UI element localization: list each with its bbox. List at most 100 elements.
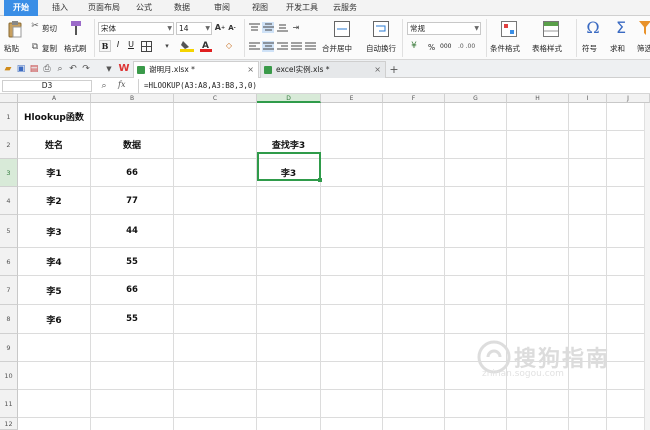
file-tab[interactable]: excel实例.xls * × [260, 61, 386, 78]
column-header-a[interactable]: A [18, 94, 91, 103]
align-center-icon[interactable] [262, 41, 274, 52]
wrap-text-button[interactable]: 自动换行 [366, 43, 396, 54]
menu-tab-insert[interactable]: 插入 [46, 0, 74, 16]
cell-b8[interactable]: 55 [91, 305, 173, 333]
cell-a3[interactable]: 李1 [18, 159, 90, 186]
filter-icon[interactable] [638, 20, 650, 36]
cell-a6[interactable]: 李4 [18, 248, 90, 275]
chevron-down-icon[interactable]: ▾ [162, 41, 172, 52]
justify-icon[interactable] [290, 41, 302, 52]
sum-icon[interactable]: Σ [612, 19, 630, 37]
shrink-font-icon[interactable]: A- [227, 22, 237, 34]
cell-a2[interactable]: 姓名 [18, 131, 90, 158]
merge-center-icon[interactable] [334, 21, 350, 37]
column-header-e[interactable]: E [321, 94, 383, 103]
cell-b3[interactable]: 66 [91, 159, 173, 186]
cut-button[interactable]: 剪切 [42, 23, 57, 34]
filter-button[interactable]: 筛选 [637, 43, 650, 54]
formula-input[interactable]: =HLOOKUP(A3:A8,A3:B8,3,0) [144, 81, 257, 90]
cell-a7[interactable]: 李5 [18, 276, 90, 304]
italic-button[interactable]: I [112, 40, 124, 52]
row-header-4[interactable]: 4 [0, 187, 18, 215]
close-icon[interactable]: × [374, 62, 381, 78]
format-painter-button[interactable]: 格式刷 [64, 43, 87, 54]
currency-icon[interactable]: ¥ [408, 41, 420, 52]
number-format-select[interactable]: 常规 ▼ [407, 22, 481, 35]
cell-a1[interactable]: Hlookup函数 [18, 103, 173, 130]
menu-tab-review[interactable]: 审阅 [208, 0, 236, 16]
undo-icon[interactable]: ↶ [68, 64, 78, 74]
scissors-icon[interactable]: ✂ [30, 21, 40, 31]
align-middle-icon[interactable] [262, 22, 274, 33]
cell-a5[interactable]: 李3 [18, 215, 90, 247]
cell-b5[interactable]: 44 [91, 215, 173, 247]
column-header-c[interactable]: C [174, 94, 257, 103]
function-icon[interactable]: fx [118, 80, 125, 89]
sum-button[interactable]: 求和 [610, 43, 625, 54]
name-box[interactable]: D3 [2, 80, 92, 92]
row-header-8[interactable]: 8 [0, 305, 18, 334]
menu-tab-cloud[interactable]: 云服务 [328, 0, 362, 16]
column-header-b[interactable]: B [91, 94, 174, 103]
clear-format-icon[interactable]: ◇ [222, 40, 236, 52]
redo-icon[interactable]: ↷ [81, 64, 91, 74]
menu-tab-formula[interactable]: 公式 [130, 0, 158, 16]
decimal-icon[interactable]: .0 .00 [458, 43, 475, 50]
file-tab-active[interactable]: 谢明月.xlsx * × [133, 61, 259, 78]
chevron-down-icon[interactable]: ▼ [104, 64, 114, 74]
pdf-icon[interactable]: ▤ [29, 64, 39, 74]
cell-b6[interactable]: 55 [91, 248, 173, 275]
symbol-button[interactable]: 符号 [582, 43, 597, 54]
cell-a8[interactable]: 李6 [18, 305, 90, 333]
align-left-icon[interactable] [248, 41, 260, 52]
cell-a4[interactable]: 李2 [18, 187, 90, 214]
column-header-d[interactable]: D [257, 94, 321, 103]
row-header-7[interactable]: 7 [0, 276, 18, 305]
thousand-separator-button[interactable]: 000 [440, 43, 451, 50]
table-style-button[interactable]: 表格样式 [532, 43, 562, 54]
save-icon[interactable]: ▣ [16, 64, 26, 74]
zoom-search-icon[interactable]: ⌕ [98, 80, 110, 92]
row-header-12[interactable]: 12 [0, 418, 18, 430]
open-folder-icon[interactable]: ▰ [3, 64, 13, 74]
table-style-icon[interactable] [542, 20, 560, 38]
menu-tab-developer[interactable]: 开发工具 [282, 0, 322, 16]
wrap-text-icon[interactable] [373, 21, 389, 37]
paste-label[interactable]: 粘贴 [4, 43, 19, 54]
font-color-icon[interactable]: A [200, 40, 212, 52]
cell-b4[interactable]: 77 [91, 187, 173, 214]
spreadsheet-grid[interactable]: ABCDEFGHIJ 1 2 3 4 5 6 7 8 9 10 11 12 Hlookup函数 姓名 数据… [0, 94, 650, 430]
select-all-corner[interactable] [0, 94, 18, 103]
column-header-j[interactable]: J [607, 94, 650, 103]
grow-font-icon[interactable]: A + [215, 22, 225, 34]
print-preview-icon[interactable]: ⌕ [55, 64, 65, 74]
copy-icon[interactable]: ⧉ [30, 42, 40, 52]
new-tab-icon[interactable]: + [388, 63, 400, 75]
column-header-g[interactable]: G [445, 94, 507, 103]
align-bottom-icon[interactable] [276, 22, 288, 33]
font-size-select[interactable]: 14 ▼ [176, 22, 212, 35]
fill-handle[interactable] [318, 178, 322, 182]
copy-button[interactable]: 复制 [42, 43, 57, 54]
column-header-i[interactable]: I [569, 94, 607, 103]
bold-button[interactable]: B [99, 40, 111, 52]
row-header-10[interactable]: 10 [0, 362, 18, 390]
row-header-9[interactable]: 9 [0, 334, 18, 362]
conditional-format-icon[interactable] [500, 20, 518, 38]
row-header-11[interactable]: 11 [0, 390, 18, 418]
merge-center-button[interactable]: 合并居中 [322, 43, 352, 54]
menu-tab-page-layout[interactable]: 页面布局 [84, 0, 124, 16]
column-header-f[interactable]: F [383, 94, 445, 103]
fill-color-icon[interactable] [180, 40, 194, 52]
column-header-h[interactable]: H [507, 94, 569, 103]
row-header-2[interactable]: 2 [0, 131, 18, 159]
align-top-icon[interactable] [248, 22, 260, 33]
align-right-icon[interactable] [276, 41, 288, 52]
row-header-1[interactable]: 1 [0, 103, 18, 131]
underline-button[interactable]: U [125, 40, 137, 52]
menu-tab-home[interactable]: 开始 [4, 0, 38, 16]
menu-tab-data[interactable]: 数据 [168, 0, 196, 16]
omega-symbol-icon[interactable]: Ω [584, 19, 602, 37]
wps-logo-icon[interactable]: W [118, 63, 130, 75]
font-name-select[interactable]: 宋体 ▼ [98, 22, 174, 35]
